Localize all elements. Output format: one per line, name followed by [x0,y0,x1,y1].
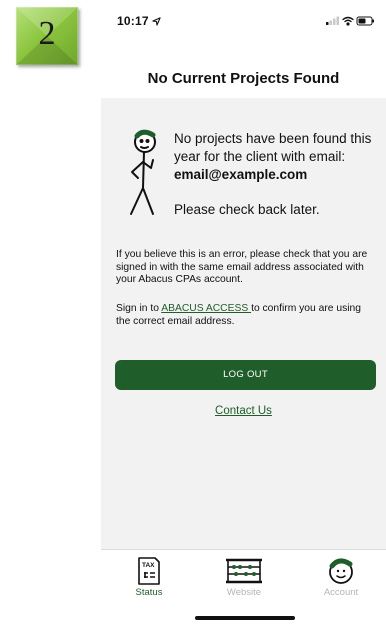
client-email: email@example.com [174,167,308,182]
tab-website[interactable]: Website [204,556,284,608]
no-projects-message: No projects have been found this year fo… [174,130,374,184]
status-bar: 10:17 [101,0,386,40]
abacus-icon [226,558,262,584]
step-number-badge: 2 [16,7,78,65]
signin-prefix: Sign in to [116,303,162,314]
page-title: No Current Projects Found [147,70,340,87]
home-indicator[interactable] [195,616,295,620]
tab-account-label: Account [323,587,359,598]
tab-account[interactable]: Account [301,556,381,608]
abacus-access-link[interactable]: ABACUS ACCESS [161,303,251,314]
check-back-text: Please check back later. [174,202,320,217]
phone-screen: 10:17 No Current Projects Found No proje… [101,0,386,625]
tab-website-label: Website [226,587,262,598]
account-face-icon [329,558,353,584]
step-number: 2 [38,15,56,52]
tab-bar: TAX Status Website Account [101,549,386,625]
battery-icon [356,16,374,26]
logout-button[interactable]: LOG OUT [115,360,376,390]
tab-status-label: Status [135,587,163,598]
error-hint-text: If you believe this is an error, please … [116,249,368,285]
signal-icon [326,16,339,25]
tab-status[interactable]: TAX Status [109,556,189,608]
stick-figure-illustration [130,129,156,215]
signin-hint-text: Sign in to ABACUS ACCESS to confirm you … [116,303,378,328]
contact-us-link[interactable]: Contact Us [101,405,386,417]
no-projects-text: No projects have been found this year fo… [174,131,372,164]
nav-header: No Current Projects Found [101,40,386,98]
tax-form-icon: TAX [138,557,160,585]
status-icons [326,16,374,26]
location-arrow-icon [152,17,161,26]
wifi-icon [342,16,354,26]
svg-text:TAX: TAX [142,562,155,569]
status-time: 10:17 [117,14,161,28]
